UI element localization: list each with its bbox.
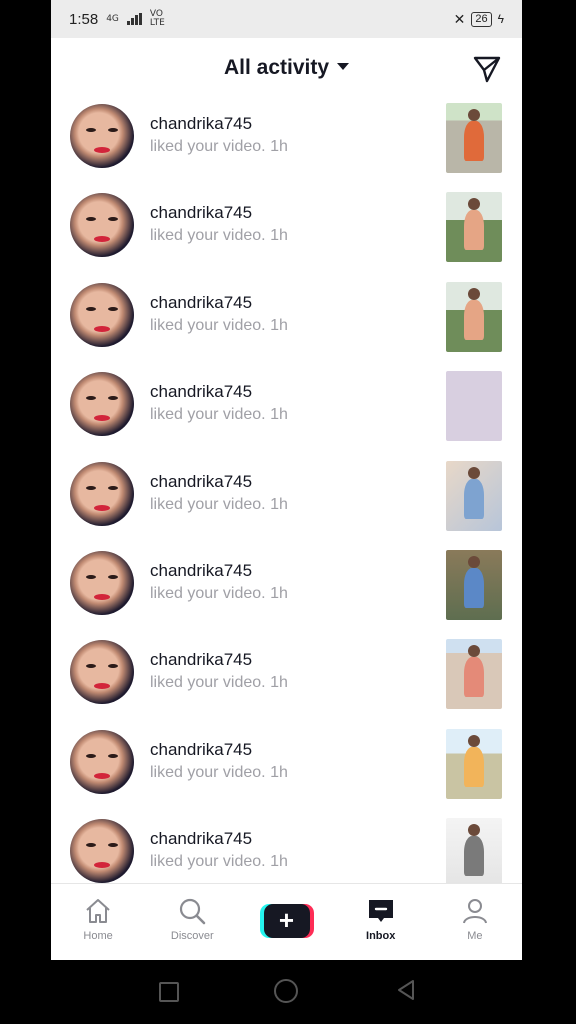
home-icon [86,899,110,923]
video-thumbnail[interactable] [446,550,502,620]
notification-list: chandrika745 liked your video. 1h chandrik… [51,100,522,883]
status-time: 1:58 [69,10,99,28]
username[interactable]: chandrika745 [150,114,252,134]
username[interactable]: chandrika745 [150,472,252,492]
tab-me-label: Me [467,930,483,942]
notification-message: liked your video. 1h [150,674,288,692]
notification-item[interactable]: chandrika745 liked your video. 1h [51,368,522,457]
notification-item[interactable]: chandrika745 liked your video. 1h [51,636,522,725]
signal-icon [126,13,142,25]
bottom-nav: Home Discover + Inbox Me [51,883,522,960]
back-icon[interactable] [394,978,418,1002]
tab-inbox-label: Inbox [366,930,396,942]
search-icon [180,898,206,925]
username[interactable]: chandrika745 [150,382,252,402]
recent-apps-icon[interactable] [159,982,179,1002]
network-type: 4G [106,13,119,24]
notification-item[interactable]: chandrika745 liked your video. 1h [51,547,522,636]
avatar[interactable] [70,819,134,883]
notification-message: liked your video. 1h [150,138,288,155]
notification-item[interactable]: chandrika745 liked your video. 1h [51,100,522,189]
notification-item[interactable]: chandrika745 liked your video. 1h [51,279,522,368]
app-screen: 1:58 4G VO LTE ✕ 26 ϟ All activity chand… [51,0,522,960]
caret-down-icon [337,62,350,70]
inbox-icon [368,900,393,922]
username[interactable]: chandrika745 [150,829,252,849]
notification-message: liked your video. 1h [150,406,288,424]
profile-icon [462,899,487,924]
tab-me[interactable]: Me [428,884,522,960]
video-thumbnail[interactable] [446,728,502,799]
avatar[interactable] [70,104,134,168]
video-thumbnail[interactable] [446,192,502,263]
page-title: All activity [223,56,330,79]
create-video-button[interactable]: + [259,904,314,938]
username[interactable]: chandrika745 [150,561,252,581]
notification-message: liked your video. 1h [150,585,288,602]
tab-create[interactable]: + [239,884,333,960]
volte-indicator: VO LTE [149,9,165,28]
avatar[interactable] [70,372,134,437]
avatar[interactable] [70,461,134,526]
video-thumbnail[interactable] [446,639,502,710]
status-bar: 1:58 4G VO LTE ✕ 26 ϟ [51,0,522,38]
charging-icon: ϟ [497,12,504,26]
activity-filter-dropdown[interactable]: All activity [51,56,522,80]
tab-discover[interactable]: Discover [145,884,239,960]
vibrate-off-icon: ✕ [453,10,466,27]
notification-item[interactable]: chandrika745 liked your video. 1h [51,458,522,547]
video-thumbnail[interactable] [446,818,502,883]
notification-message: liked your video. 1h [150,495,288,513]
username[interactable]: chandrika745 [150,203,252,223]
notification-message: liked your video. 1h [150,227,288,245]
inbox-header: All activity [51,38,522,100]
video-thumbnail[interactable] [446,103,502,173]
notification-message: liked your video. 1h [150,853,288,871]
notification-item[interactable]: chandrika745 liked your video. 1h [51,815,522,883]
video-thumbnail[interactable] [446,460,502,531]
tab-home[interactable]: Home [51,884,145,960]
tab-home-label: Home [83,930,113,942]
notification-message: liked your video. 1h [150,763,288,781]
tab-inbox[interactable]: Inbox [334,884,428,960]
battery-indicator: 26 [471,11,492,27]
avatar[interactable] [70,640,134,705]
plus-icon: + [263,904,310,938]
home-circle-icon[interactable] [274,979,298,1003]
tab-discover-label: Discover [170,930,214,942]
video-thumbnail[interactable] [446,371,502,442]
avatar[interactable] [70,551,134,615]
username[interactable]: chandrika745 [150,740,252,760]
notification-item[interactable]: chandrika745 liked your video. 1h [51,189,522,278]
avatar[interactable] [70,193,134,258]
paper-plane-icon[interactable] [472,54,502,84]
avatar[interactable] [70,729,134,794]
video-thumbnail[interactable] [446,281,502,352]
notification-item[interactable]: chandrika745 liked your video. 1h [51,726,522,815]
notification-message: liked your video. 1h [150,316,288,334]
username[interactable]: chandrika745 [150,650,252,670]
avatar[interactable] [70,282,134,347]
username[interactable]: chandrika745 [150,293,252,313]
